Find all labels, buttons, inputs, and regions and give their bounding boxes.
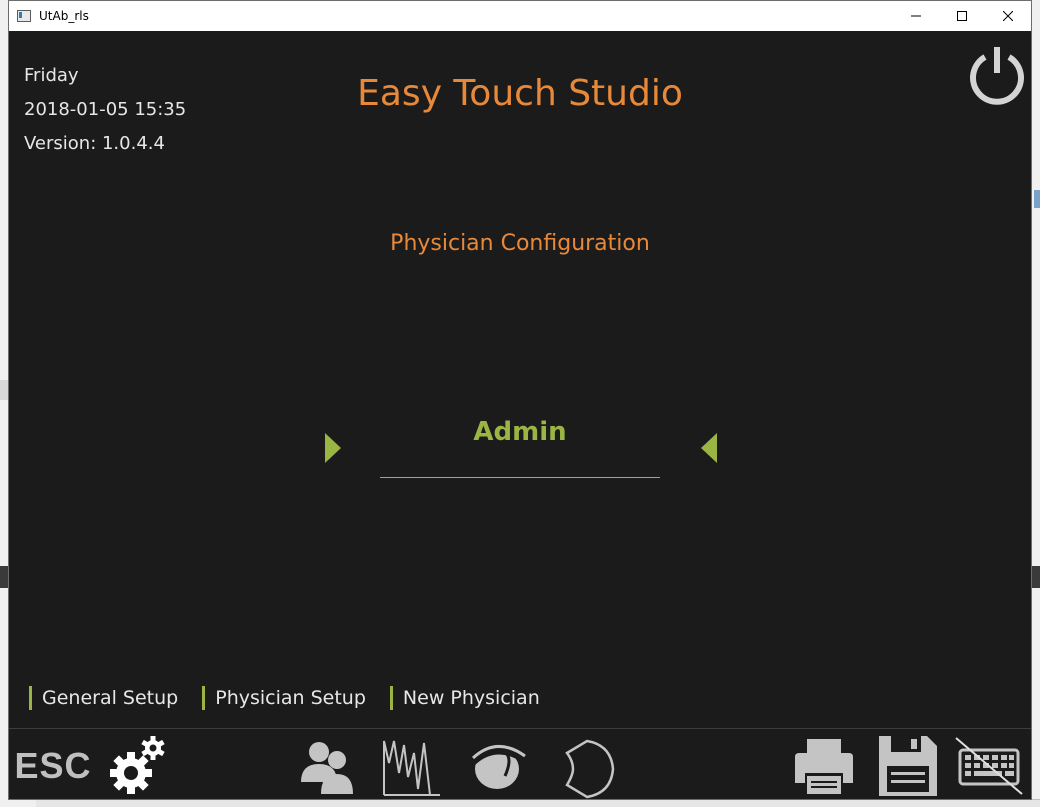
brand-title: Easy Touch Studio — [357, 73, 683, 114]
physician-name[interactable]: Admin — [380, 417, 660, 447]
selector-underline — [380, 477, 660, 478]
title-bar: UtAb_rls — [9, 1, 1031, 31]
users-icon — [301, 742, 353, 794]
waveform-icon — [383, 740, 440, 796]
background-strip — [1032, 566, 1040, 588]
close-button[interactable] — [985, 1, 1031, 31]
window-title: UtAb_rls — [39, 9, 89, 23]
maximize-button[interactable] — [939, 1, 985, 31]
save-icon — [879, 736, 937, 796]
probe-button[interactable] — [551, 731, 621, 801]
tab-label: General Setup — [42, 687, 179, 709]
keyboard-button[interactable] — [953, 731, 1025, 801]
print-button[interactable] — [789, 731, 859, 801]
tab-physician-setup[interactable]: Physician Setup — [202, 685, 366, 711]
app-icon — [17, 10, 31, 22]
version-label: Version: 1.0.4.4 — [24, 133, 165, 154]
next-arrow-icon[interactable] — [323, 431, 343, 465]
main-content: Friday 2018-01-05 15:35 Version: 1.0.4.4… — [9, 31, 1031, 799]
tab-marker — [29, 686, 32, 710]
users-button[interactable] — [292, 731, 362, 801]
tab-new-physician[interactable]: New Physician — [389, 685, 540, 711]
tab-marker — [389, 686, 393, 710]
waveform-button[interactable] — [379, 731, 445, 801]
minimize-icon — [911, 15, 921, 17]
minimize-button[interactable] — [893, 1, 939, 31]
tab-label: Physician Setup — [215, 687, 366, 709]
prev-arrow-icon[interactable] — [699, 431, 719, 465]
maximize-icon — [957, 11, 967, 21]
tab-marker — [202, 686, 206, 710]
bottom-toolbar: ESC — [9, 729, 1031, 801]
window-controls — [893, 1, 1031, 31]
esc-label: ESC — [14, 745, 92, 786]
background-strip — [0, 566, 8, 588]
settings-button[interactable] — [103, 731, 173, 801]
save-button[interactable] — [873, 731, 943, 801]
eye-button[interactable] — [463, 731, 533, 801]
background-strip — [1034, 190, 1040, 208]
background-strip — [0, 380, 8, 400]
eye-icon — [468, 745, 527, 789]
tab-general-setup[interactable]: General Setup — [29, 685, 178, 711]
tab-label: New Physician — [402, 687, 540, 709]
keyboard-disabled-icon — [955, 737, 1023, 795]
close-icon — [1003, 11, 1013, 21]
printer-icon — [795, 739, 853, 794]
power-icon[interactable] — [965, 43, 1029, 107]
settings-icon — [110, 736, 165, 794]
app-window: UtAb_rls Friday 2018-01-05 15:35 Version… — [8, 0, 1032, 800]
page-title: Physician Configuration — [390, 231, 650, 256]
tab-bar: General Setup Physician Setup New Physic… — [29, 685, 564, 711]
probe-icon — [565, 739, 615, 799]
esc-button[interactable]: ESC — [13, 731, 93, 801]
